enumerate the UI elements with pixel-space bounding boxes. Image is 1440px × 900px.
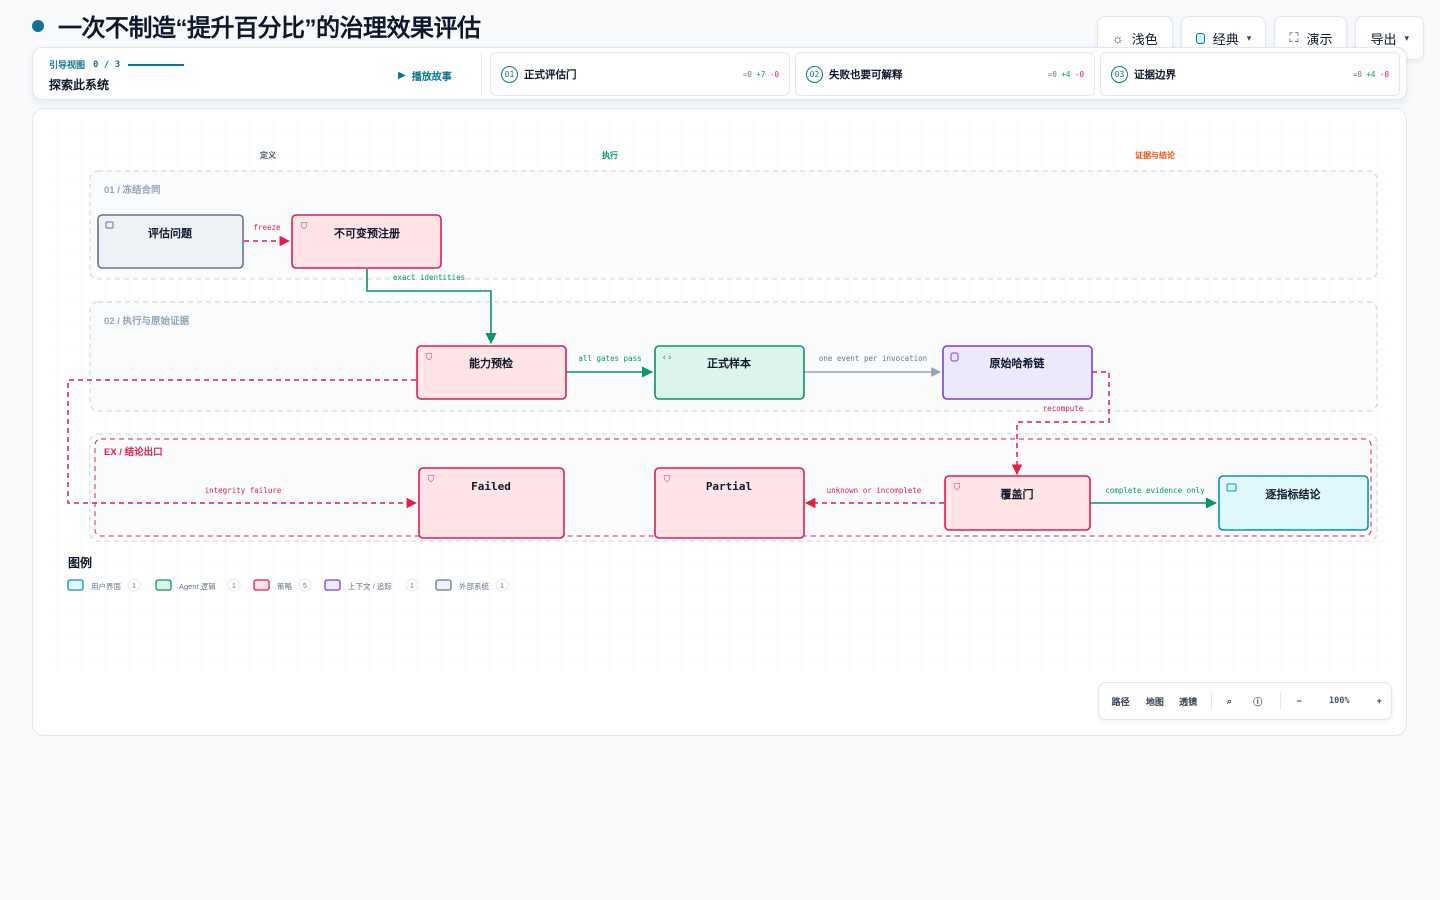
zoom-out-button[interactable]: −	[1287, 683, 1310, 719]
node-partial[interactable]: ⛉ Partial	[654, 467, 805, 539]
svg-text:上下文 / 追踪: 上下文 / 追踪	[348, 581, 392, 591]
guide-label: 引导视图	[49, 60, 86, 70]
lens-view-button[interactable]: 透镜	[1171, 683, 1204, 719]
step-delta: =0 +4 -0	[1047, 69, 1084, 79]
node-raw-hash-chain[interactable]: 原始哈希链	[942, 345, 1093, 400]
node-label: 能力预检	[469, 356, 513, 370]
edge-label-unknown-incomplete: unknown or incomplete	[827, 486, 922, 495]
node-label: Partial	[706, 480, 752, 493]
node-failed[interactable]: ⛉ Failed	[418, 467, 565, 539]
shield-icon: ⛉	[664, 474, 671, 484]
svg-text:1: 1	[410, 583, 414, 590]
group-freeze-contract	[89, 170, 1378, 280]
style-swatch-icon	[1195, 32, 1205, 44]
fullscreen-icon: ⛶	[1289, 30, 1299, 45]
title-dot-icon	[32, 19, 44, 32]
node-label: Failed	[471, 480, 511, 493]
group-label-execution: 02 / 执行与原始证据	[104, 315, 189, 327]
svg-text:Agent 逻辑: Agent 逻辑	[179, 581, 216, 591]
guide-subtitle: 探索此系统	[49, 78, 110, 92]
story-step-2[interactable]: 02 失败也要可解释 =0 +4 -0	[795, 52, 1095, 96]
node-label: 不可变预注册	[334, 226, 400, 240]
svg-text:策略: 策略	[277, 581, 292, 591]
search-button[interactable]: ⌕	[1218, 683, 1241, 719]
export-label: 导出	[1370, 31, 1397, 47]
legend-title: 图例	[68, 555, 92, 570]
svg-text:1: 1	[232, 583, 236, 590]
svg-text:1: 1	[132, 583, 136, 590]
story-step-1[interactable]: 01 正式评估门 =0 +7 -0	[490, 52, 790, 96]
node-eval-question[interactable]: 评估问题	[97, 214, 244, 269]
edge-label-integrity-failure: integrity failure	[205, 486, 282, 495]
step-number: 01	[501, 65, 518, 83]
view-controls: 路径 地图 透镜 ⌕ ⓘ − 100% +	[1098, 682, 1392, 720]
guide-view: 引导视图 0 / 3 探索此系统	[49, 58, 185, 93]
node-label: 正式样本	[707, 356, 751, 370]
story-bar: 引导视图 0 / 3 探索此系统 ▶ 播放故事 01 正式评估门 =0 +7 -…	[32, 47, 1407, 100]
edge-label-freeze: freeze	[253, 223, 281, 232]
sun-icon: ☼	[1111, 30, 1124, 46]
guide-progress-bar	[128, 63, 185, 66]
node-label: 覆盖门	[1001, 487, 1034, 501]
svg-text:外部系统: 外部系统	[459, 581, 489, 591]
help-icon: ⓘ	[1253, 696, 1263, 707]
search-icon: ⌕	[1226, 695, 1232, 706]
node-label: 逐指标结论	[1266, 487, 1322, 501]
node-coverage-gate[interactable]: ⛉ 覆盖门	[944, 475, 1091, 531]
node-per-metric-conclusion[interactable]: 逐指标结论	[1218, 475, 1369, 531]
zoom-level: 100%	[1328, 696, 1350, 706]
node-immutable-registration[interactable]: ⛉ 不可变预注册	[291, 214, 442, 269]
step-number: 02	[806, 65, 823, 83]
column-header-execution: 执行	[602, 150, 618, 160]
step-delta: =0 +4 -0	[1352, 69, 1389, 79]
step-number: 03	[1111, 65, 1128, 83]
divider	[1210, 692, 1212, 710]
node-formal-sample[interactable]: ‹› 正式样本	[654, 345, 805, 400]
node-label: 原始哈希链	[990, 356, 1046, 370]
edge-label-recompute: recompute	[1043, 404, 1084, 413]
edge-label-complete-evidence: complete evidence only	[1105, 486, 1205, 495]
code-icon: ‹›	[662, 353, 673, 363]
map-view-button[interactable]: 地图	[1138, 683, 1171, 719]
play-label: 播放故事	[411, 72, 452, 83]
chevron-down-icon: ▾	[1246, 32, 1252, 43]
diagram-canvas[interactable]: 定义 执行 证据与结论 01 / 冻结合同 02 / 执行与原始证据 EX / …	[32, 108, 1407, 736]
story-divider	[481, 52, 482, 96]
step-label: 失败也要可解释	[829, 68, 903, 81]
edge-label-all-gates-pass: all gates pass	[578, 354, 641, 363]
shield-icon: ⛉	[301, 221, 308, 231]
group-label-freeze: 01 / 冻结合同	[104, 184, 161, 196]
story-step-3[interactable]: 03 证据边界 =0 +4 -0	[1100, 52, 1400, 96]
svg-text:5: 5	[303, 583, 307, 590]
present-label: 演示	[1306, 31, 1333, 47]
edge-label-exact-identities: exact identities	[393, 273, 465, 282]
path-view-button[interactable]: 路径	[1103, 683, 1138, 719]
help-button[interactable]: ⓘ	[1241, 683, 1274, 719]
column-header-evidence: 证据与结论	[1135, 150, 1176, 160]
zoom-in-button[interactable]: +	[1368, 683, 1391, 719]
node-capability-precheck[interactable]: ⛉ 能力预检	[416, 345, 567, 400]
svg-text:用户界面: 用户界面	[91, 581, 121, 591]
guide-count: 0 / 3	[93, 59, 121, 70]
play-story-button[interactable]: ▶ 播放故事	[398, 68, 452, 83]
page-title: 一次不制造“提升百分比”的治理效果评估	[58, 15, 481, 42]
edge-label-one-event: one event per invocation	[819, 354, 927, 363]
shield-icon: ⛉	[954, 482, 961, 492]
step-label: 正式评估门	[524, 68, 577, 81]
chevron-down-icon: ▾	[1404, 32, 1409, 43]
shield-icon: ⛉	[428, 474, 435, 484]
step-delta: =0 +7 -0	[742, 69, 779, 79]
svg-text:1: 1	[500, 583, 504, 590]
shield-icon: ⛉	[426, 352, 433, 362]
style-label: 经典	[1212, 31, 1239, 47]
title-row: 一次不制造“提升百分比”的治理效果评估	[32, 8, 481, 43]
group-label-exit: EX / 结论出口	[104, 446, 163, 458]
divider	[1280, 692, 1282, 710]
node-label: 评估问题	[148, 226, 193, 240]
step-label: 证据边界	[1134, 68, 1176, 81]
column-header-definition: 定义	[259, 150, 277, 160]
play-icon: ▶	[398, 70, 406, 81]
theme-label: 浅色	[1131, 31, 1158, 47]
diagram-svg: 定义 执行 证据与结论 01 / 冻结合同 02 / 执行与原始证据 EX / …	[48, 117, 1393, 672]
